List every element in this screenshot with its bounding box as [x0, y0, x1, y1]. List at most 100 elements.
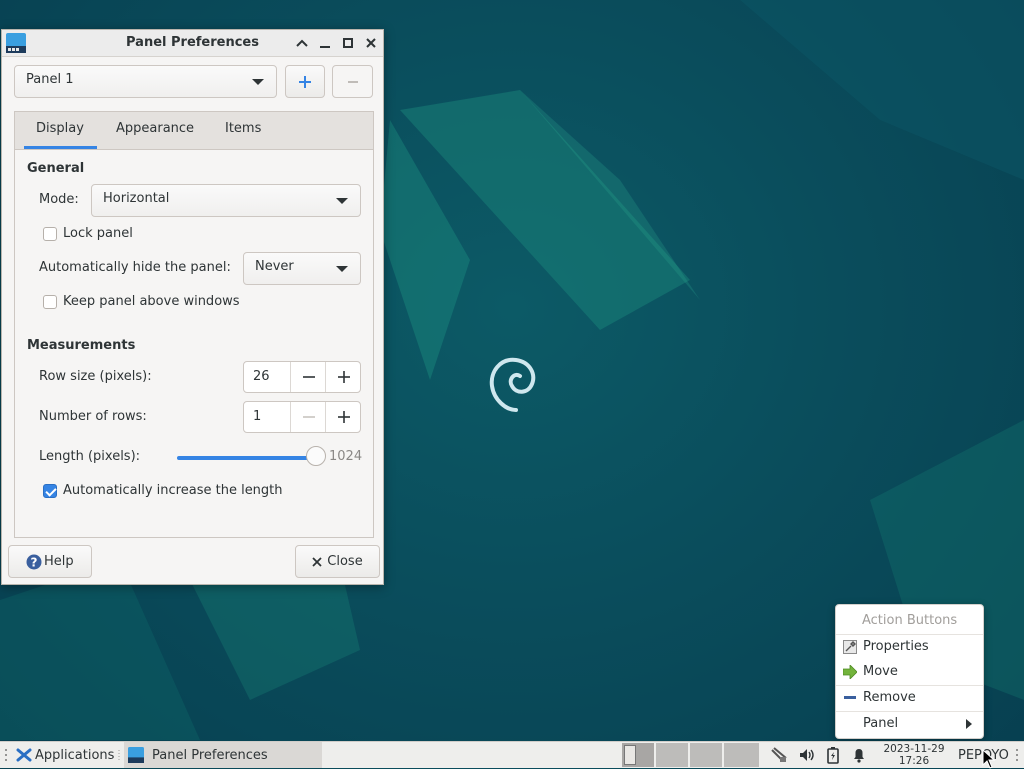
menu-item-move[interactable]: Move [836, 659, 983, 684]
applications-menu-button[interactable]: Applications [16, 742, 114, 768]
close-label: Close [327, 554, 363, 569]
menu-item-label: Panel [863, 716, 899, 731]
row-size-spinner[interactable]: 26 [243, 361, 361, 393]
workspace-3[interactable] [690, 743, 722, 767]
network-icon [771, 747, 787, 762]
menu-item-properties[interactable]: Properties [836, 634, 983, 659]
dropdown-arrow-icon [252, 79, 264, 85]
notifications-tray-button[interactable] [850, 746, 868, 764]
panel-preferences-window: Panel Preferences Panel 1 Display Appear… [1, 29, 384, 585]
task-label: Panel Preferences [152, 747, 268, 763]
chevron-right-icon [966, 719, 972, 729]
debian-logo [489, 357, 536, 412]
plus-icon [299, 75, 311, 88]
auto-increase-checkbox[interactable] [43, 484, 57, 498]
lock-panel-checkbox[interactable] [43, 227, 57, 241]
mode-label: Mode: [39, 192, 79, 207]
xfce-logo-icon [16, 748, 32, 762]
svg-text:?: ? [31, 555, 38, 569]
power-tray-button[interactable] [824, 746, 842, 764]
mode-select-value: Horizontal [103, 191, 170, 206]
general-heading: General [27, 161, 85, 176]
clock-date: 2023-11-29 [883, 743, 945, 755]
maximize-icon [343, 38, 353, 48]
close-icon [366, 38, 376, 48]
workspace-4[interactable] [724, 743, 759, 767]
menu-item-remove[interactable]: Remove [836, 685, 983, 710]
mode-select[interactable]: Horizontal [91, 184, 361, 217]
length-label: Length (pixels): [39, 449, 141, 464]
menu-item-label: Move [863, 664, 898, 679]
length-slider-handle[interactable] [306, 446, 326, 466]
rows-value: 1 [253, 409, 262, 424]
rows-decrement-button[interactable] [290, 402, 326, 432]
volume-icon [800, 749, 814, 761]
remove-icon [844, 695, 856, 699]
window-titlebar[interactable]: Panel Preferences [2, 30, 383, 57]
autohide-label: Automatically hide the panel: [39, 260, 231, 275]
move-arrow-icon [843, 664, 857, 679]
separator-handle [117, 742, 121, 768]
active-tab-indicator [24, 146, 97, 149]
autohide-select-value: Never [255, 259, 294, 274]
help-label: Help [44, 554, 74, 569]
grip-icon [1016, 749, 1018, 761]
clock-time: 17:26 [898, 755, 930, 767]
dropdown-arrow-icon [336, 198, 348, 204]
workspace-1[interactable] [622, 743, 654, 767]
panel-app-icon [128, 747, 144, 763]
rows-spinner[interactable]: 1 [243, 401, 361, 433]
panel-select-value: Panel 1 [26, 72, 74, 87]
close-window-button[interactable] [361, 33, 381, 53]
panel-handle-left[interactable] [4, 742, 8, 768]
length-slider-track[interactable] [177, 456, 317, 460]
grip-icon [5, 749, 7, 761]
measurements-heading: Measurements [27, 338, 136, 353]
network-tray-button[interactable] [770, 746, 788, 764]
clock[interactable]: 2023-11-29 17:26 [876, 742, 952, 768]
panel-select[interactable]: Panel 1 [14, 65, 277, 98]
row-size-value: 26 [253, 369, 270, 384]
dropdown-arrow-icon [336, 266, 348, 272]
close-icon [312, 556, 322, 567]
task-panel-preferences[interactable]: Panel Preferences [124, 742, 322, 768]
minimize-button[interactable] [315, 33, 335, 53]
mouse-cursor-icon [982, 749, 996, 769]
workspace-2[interactable] [656, 743, 688, 767]
tab-bar: Display Appearance Items [15, 112, 373, 150]
maximize-button[interactable] [338, 33, 358, 53]
close-button[interactable]: Close [295, 545, 380, 578]
panel-handle-right[interactable] [1015, 742, 1019, 768]
shade-button[interactable] [292, 33, 312, 53]
row-size-increment-button[interactable] [325, 362, 361, 392]
minimize-icon [320, 46, 330, 48]
row-size-decrement-button[interactable] [290, 362, 326, 392]
rows-increment-button[interactable] [325, 402, 361, 432]
battery-icon [827, 747, 839, 764]
tab-appearance[interactable]: Appearance [116, 121, 194, 136]
bell-icon [854, 749, 864, 763]
add-panel-button[interactable] [285, 65, 325, 98]
row-size-label: Row size (pixels): [39, 369, 152, 384]
minus-icon [302, 376, 315, 378]
volume-tray-button[interactable] [798, 746, 816, 764]
action-buttons-menu: Action Buttons Properties Move Remove Pa… [835, 604, 984, 739]
workspace-window-thumbnail [624, 745, 636, 765]
grip-icon [118, 750, 120, 760]
menu-item-panel[interactable]: Panel [836, 711, 983, 736]
tab-display[interactable]: Display [36, 121, 84, 136]
autohide-select[interactable]: Never [243, 252, 361, 285]
tab-items[interactable]: Items [225, 121, 261, 136]
menu-header: Action Buttons [862, 613, 958, 628]
keep-above-label: Keep panel above windows [63, 294, 240, 309]
plus-icon [337, 371, 350, 383]
plus-icon [337, 411, 350, 423]
remove-panel-button[interactable] [332, 65, 373, 98]
minus-icon [302, 416, 315, 418]
keep-above-checkbox[interactable] [43, 295, 57, 309]
length-value: 1024 [329, 449, 363, 464]
taskbar: Applications Panel Preferences 2023-11-2… [0, 741, 1024, 768]
help-button[interactable]: ? Help [8, 545, 92, 578]
rows-label: Number of rows: [39, 409, 147, 424]
chevron-up-icon [296, 39, 308, 47]
